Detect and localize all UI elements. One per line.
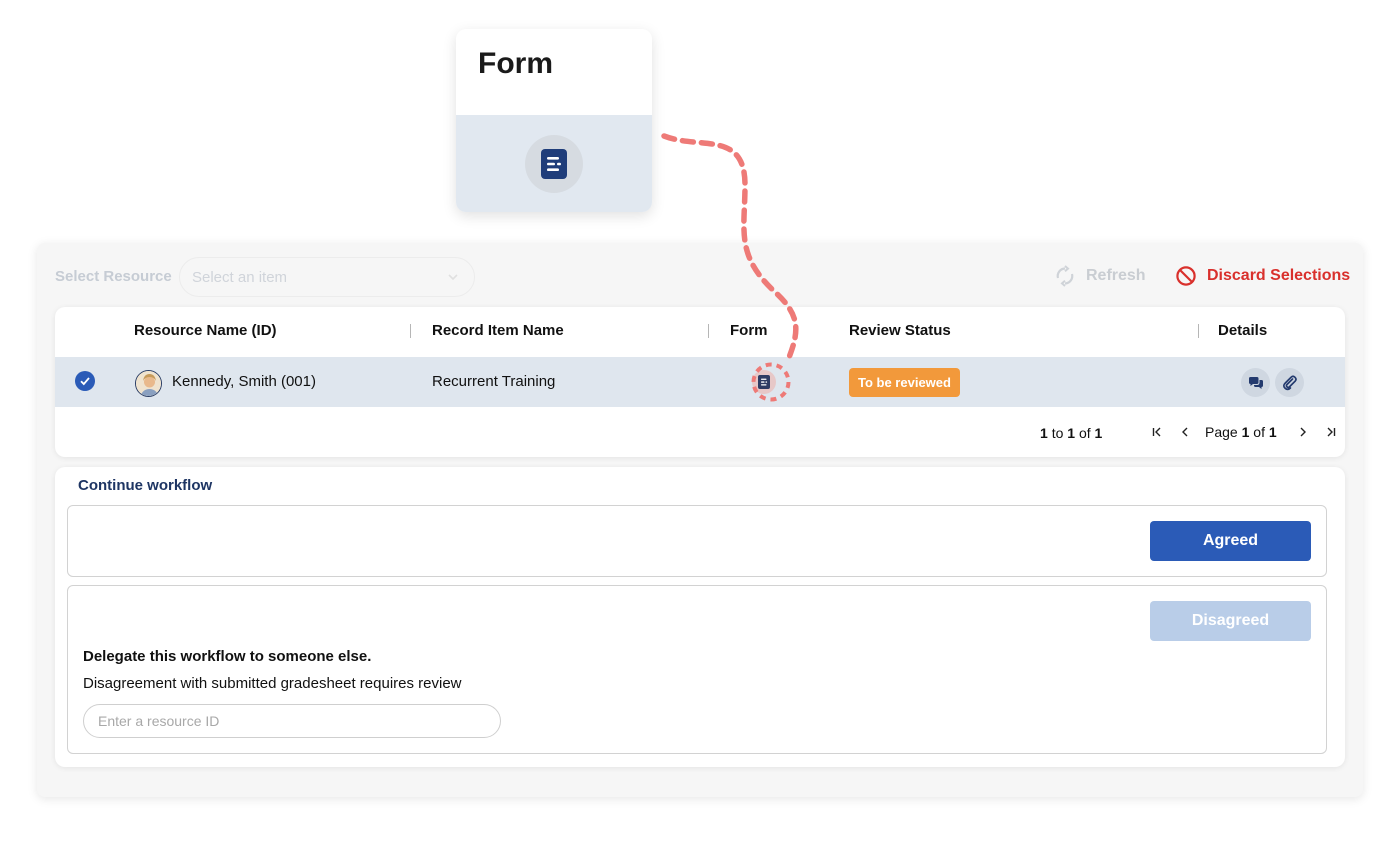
disagree-section: Disagreed Delegate this workflow to some… — [67, 585, 1327, 754]
status-badge: To be reviewed — [849, 368, 960, 397]
count-total: 1 — [1094, 425, 1103, 441]
count-from: 1 — [1040, 425, 1048, 441]
column-header-form[interactable]: Form — [730, 322, 768, 339]
review-panel: Select Resource Select an item Refresh D… — [37, 243, 1363, 797]
count-of-word: of — [1078, 425, 1091, 441]
column-header-details[interactable]: Details — [1218, 322, 1267, 339]
first-page-button[interactable] — [1143, 421, 1171, 443]
next-page-button[interactable] — [1289, 421, 1317, 443]
select-resource-label: Select Resource — [55, 268, 172, 285]
count-to: 1 — [1067, 425, 1076, 441]
callout-icon-circle — [525, 134, 583, 193]
avatar — [135, 370, 162, 397]
form-document-icon — [541, 148, 567, 179]
delegate-subtitle: Disagreement with submitted gradesheet r… — [83, 675, 462, 692]
select-resource-dropdown[interactable]: Select an item — [179, 257, 475, 297]
prohibited-icon — [1176, 266, 1196, 286]
refresh-button[interactable]: Refresh — [1054, 265, 1146, 287]
column-divider — [1198, 324, 1199, 338]
form-callout-card: Form — [456, 29, 652, 212]
resources-table: Resource Name (ID) Record Item Name Form… — [55, 307, 1345, 457]
pagination: Page 1 of 1 — [1143, 421, 1345, 443]
person-avatar-icon — [136, 371, 161, 396]
agreed-button[interactable]: Agreed — [1150, 521, 1311, 561]
disagreed-button[interactable]: Disagreed — [1150, 601, 1311, 641]
paperclip-icon — [1282, 374, 1297, 390]
column-divider — [708, 324, 709, 338]
chat-bubbles-icon — [1248, 376, 1263, 389]
agree-section: Agreed — [67, 505, 1327, 577]
toolbar: Select Resource Select an item Refresh D… — [37, 243, 1363, 307]
refresh-label: Refresh — [1086, 267, 1146, 284]
record-item-name: Recurrent Training — [432, 373, 556, 390]
chevron-left-icon — [1182, 427, 1188, 437]
resource-name[interactable]: Kennedy, Smith (001) — [172, 373, 316, 390]
column-header-record-item[interactable]: Record Item Name — [432, 322, 564, 339]
page-of-word: of — [1253, 424, 1265, 440]
discard-label: Discard Selections — [1207, 267, 1351, 284]
chevron-down-icon — [448, 274, 458, 281]
checkmark-icon — [80, 377, 90, 386]
column-divider — [410, 324, 411, 338]
row-select-checkbox[interactable] — [75, 371, 95, 391]
page-total: 1 — [1268, 424, 1277, 440]
stage: Form Select Resource Select an item Refr… — [0, 0, 1400, 841]
comments-button[interactable] — [1241, 368, 1270, 397]
column-header-resource[interactable]: Resource Name (ID) — [134, 322, 277, 339]
attachments-button[interactable] — [1275, 368, 1304, 397]
refresh-icon — [1056, 265, 1074, 287]
callout-header: Form — [456, 29, 652, 115]
delegate-title: Delegate this workflow to someone else. — [83, 648, 372, 665]
callout-title: Form — [478, 47, 553, 80]
select-placeholder: Select an item — [192, 269, 288, 286]
count-to-word: to — [1051, 425, 1064, 441]
last-page-icon — [1327, 427, 1335, 437]
chevron-right-icon — [1300, 427, 1306, 437]
row-count-summary: 1 to 1 of 1 — [1040, 425, 1102, 441]
table-header: Resource Name (ID) Record Item Name Form… — [55, 307, 1345, 357]
callout-body — [456, 115, 652, 212]
page-word: Page — [1205, 424, 1238, 440]
column-header-review-status[interactable]: Review Status — [849, 322, 951, 339]
workflow-title: Continue workflow — [78, 477, 213, 494]
form-document-icon — [758, 375, 770, 389]
continue-workflow-card: Continue workflow Agreed Disagreed Deleg… — [55, 467, 1345, 767]
last-page-button[interactable] — [1317, 421, 1345, 443]
first-page-icon — [1152, 427, 1161, 437]
previous-page-button[interactable] — [1171, 421, 1199, 443]
resource-id-input[interactable] — [83, 704, 501, 738]
discard-selections-button[interactable]: Discard Selections — [1175, 265, 1350, 287]
page-indicator: Page 1 of 1 — [1205, 424, 1277, 440]
page-current: 1 — [1241, 424, 1250, 440]
table-row[interactable]: Kennedy, Smith (001) Recurrent Training … — [55, 357, 1345, 407]
open-form-button[interactable] — [752, 370, 776, 394]
table-footer: 1 to 1 of 1 Page 1 of 1 — [55, 407, 1345, 457]
